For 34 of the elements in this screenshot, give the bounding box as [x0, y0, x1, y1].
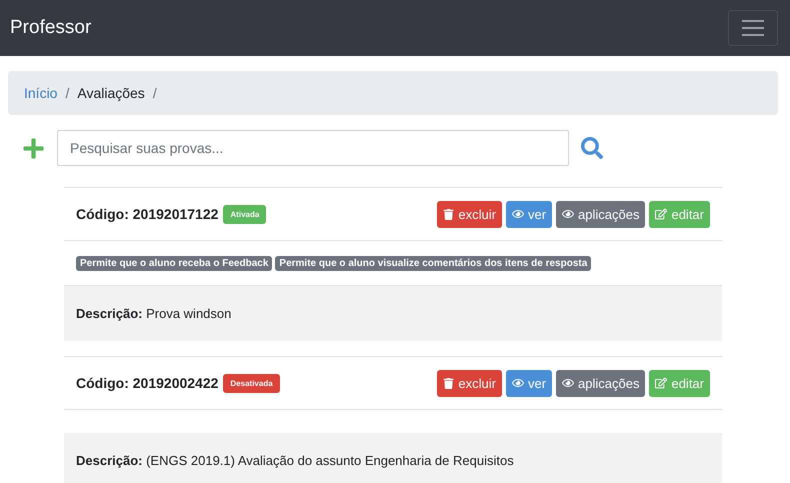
breadcrumb-link[interactable]: Início: [24, 85, 58, 101]
description-text: Descrição: (ENGS 2019.1) Avaliação do assunto Engenharia de Requisitos: [76, 453, 514, 468]
brand-title: Professor: [10, 17, 92, 39]
exam-code: Código: 20192002422: [76, 375, 218, 391]
status-badge: Desativada: [223, 374, 280, 392]
search-field[interactable]: Pesquisar suas provas...: [57, 130, 569, 166]
add-icon[interactable]: [22, 136, 45, 160]
breadcrumb-separator: /: [152, 85, 157, 101]
delete-button[interactable]: excluir: [437, 200, 502, 228]
breadcrumb-separator: /: [65, 85, 70, 101]
eye-icon: [512, 208, 524, 220]
applications-button[interactable]: aplicações: [556, 370, 646, 396]
status-badge: Ativada: [223, 204, 266, 224]
edit-button[interactable]: editar: [649, 200, 710, 228]
trash-icon: [443, 208, 454, 220]
menu-button[interactable]: [728, 10, 778, 46]
exam-code: Código: 20192017122: [76, 206, 218, 222]
applications-button[interactable]: aplicações: [556, 200, 646, 228]
eye-icon: [562, 208, 574, 220]
trash-icon: [443, 378, 454, 388]
description-text: Descrição: Prova windson: [76, 306, 232, 321]
edit-button[interactable]: editar: [649, 370, 710, 396]
view-button[interactable]: ver: [506, 370, 552, 396]
eye-icon: [562, 377, 574, 389]
permission-tag: Permite que o aluno visualize comentários dos itens de resposta: [275, 256, 592, 270]
edit-icon: [655, 208, 668, 220]
eye-icon: [512, 377, 524, 389]
view-button[interactable]: ver: [506, 200, 552, 228]
search-icon[interactable]: [581, 137, 603, 159]
breadcrumb-item: Avaliações: [77, 85, 145, 101]
edit-icon: [655, 377, 668, 389]
menu-icon: [742, 20, 764, 36]
delete-button[interactable]: excluir: [437, 370, 502, 396]
permission-tag: Permite que o aluno receba o Feedback: [76, 256, 272, 270]
